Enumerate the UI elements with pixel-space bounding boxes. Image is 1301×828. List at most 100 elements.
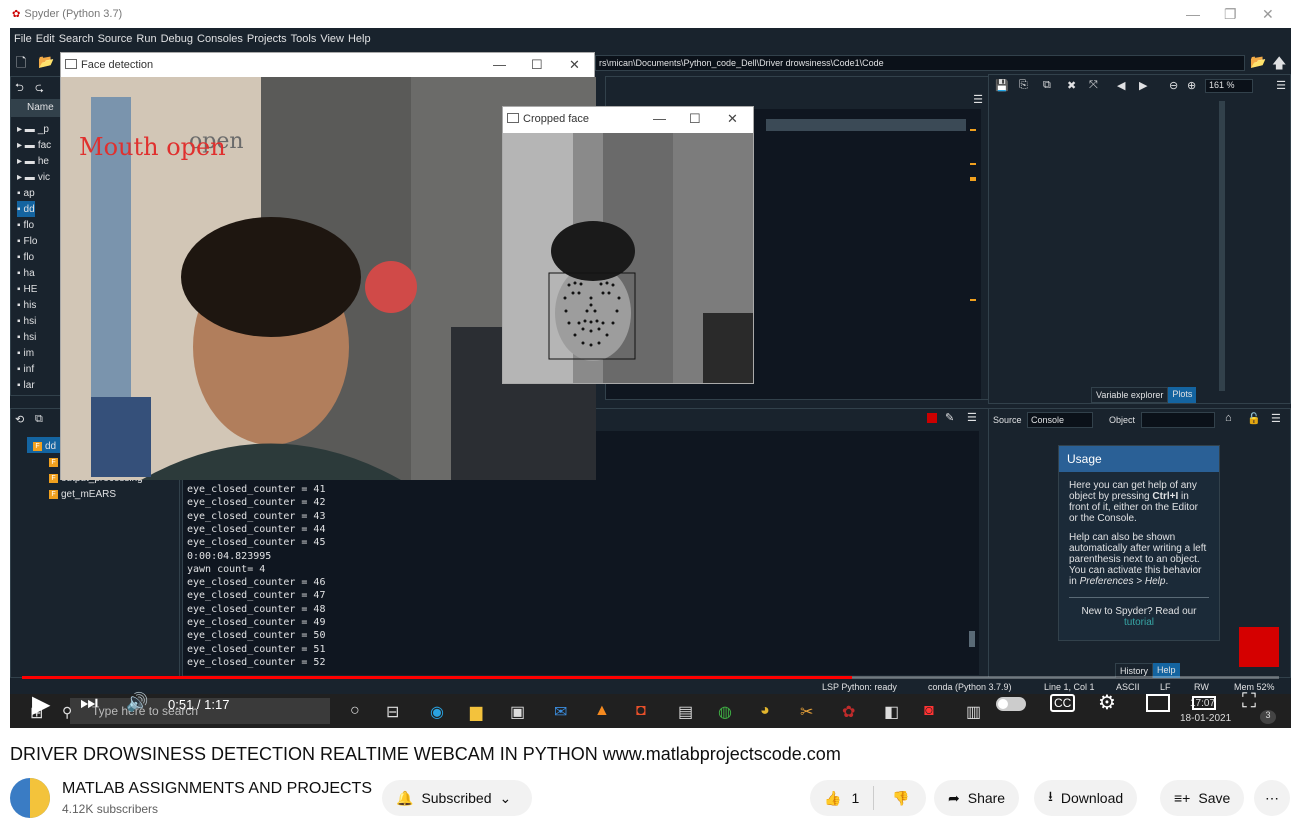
mail-icon[interactable]: ✉ — [554, 702, 567, 722]
outline-item[interactable]: Fdd — [33, 438, 56, 454]
progress-track[interactable] — [22, 676, 1279, 679]
remove-all-plots-icon[interactable]: ⤧ — [1089, 79, 1098, 92]
crop-window-titlebar[interactable]: Cropped face — ☐ ✕ — [503, 107, 753, 131]
task-view-icon[interactable]: ○ — [350, 702, 360, 720]
app-icon[interactable]: ◧ — [884, 702, 899, 722]
menu-debug[interactable]: Debug — [161, 33, 193, 45]
menu-run[interactable]: Run — [136, 33, 156, 45]
file-explorer-icon[interactable]: ▆ — [470, 702, 482, 722]
console-scrollbar[interactable] — [969, 631, 975, 647]
menu-source[interactable]: Source — [98, 33, 133, 45]
pane-options-icon[interactable]: ☰ — [1276, 79, 1286, 92]
store-icon[interactable]: ▣ — [510, 702, 525, 722]
new-file-icon[interactable]: 🗋 — [16, 54, 26, 76]
file-item[interactable]: ▸ ▬ he — [17, 153, 49, 169]
back-icon[interactable]: ⮌ — [15, 79, 24, 98]
like-button[interactable]: 👍 1 — [810, 786, 875, 810]
widgets-icon[interactable]: ⊟ — [386, 702, 399, 722]
copy-plot-icon[interactable]: ⧉ — [1043, 79, 1051, 92]
menu-help[interactable]: Help — [348, 33, 371, 45]
minimize-icon[interactable]: — — [1186, 6, 1200, 22]
file-item[interactable]: ▪ dd — [17, 201, 35, 217]
face-minimize-icon[interactable]: — — [493, 57, 506, 72]
file-item[interactable]: ▸ ▬ _p — [17, 121, 49, 137]
help-options-icon[interactable]: ☰ — [1271, 412, 1281, 425]
notification-badge[interactable]: 3 — [1260, 710, 1276, 724]
file-item[interactable]: ▪ Flo — [17, 233, 37, 249]
menu-projects[interactable]: Projects — [247, 33, 287, 45]
crop-close-icon[interactable]: ✕ — [727, 111, 738, 127]
app-icon[interactable]: ▤ — [678, 702, 693, 722]
app-icon[interactable]: ◍ — [718, 702, 732, 722]
file-item[interactable]: ▪ lar — [17, 377, 35, 393]
thumbs-down-icon[interactable]: 👎 — [882, 790, 919, 807]
channel-name[interactable]: MATLAB ASSIGNMENTS AND PROJECTS — [62, 780, 372, 798]
working-directory-field[interactable]: rs\mican\Documents\Python_code_Dell\Driv… — [595, 55, 1245, 71]
menu-tools[interactable]: Tools — [291, 33, 317, 45]
face-window-titlebar[interactable]: Face detection — ☐ ✕ — [61, 53, 594, 77]
clear-console-icon[interactable]: ✎ — [945, 411, 954, 424]
file-item[interactable]: ▪ ha — [17, 265, 35, 281]
settings-gear-icon[interactable]: ⚙ — [1098, 690, 1116, 715]
face-close-icon[interactable]: ✕ — [569, 57, 580, 73]
save-button[interactable]: ≡+ Save — [1160, 780, 1245, 816]
app-icon[interactable]: ✂ — [800, 702, 813, 722]
edge-icon[interactable]: ◉ — [430, 702, 444, 722]
menu-edit[interactable]: Edit — [36, 33, 55, 45]
editor-options-icon[interactable]: ☰ — [973, 93, 983, 106]
open-file-icon[interactable]: 📂 — [38, 54, 54, 70]
file-item[interactable]: ▸ ▬ vic — [17, 169, 50, 185]
file-item[interactable]: ▪ HE — [17, 281, 37, 297]
crop-minimize-icon[interactable]: — — [653, 111, 666, 126]
captions-icon[interactable]: CC — [1050, 694, 1076, 712]
menu-search[interactable]: Search — [59, 33, 94, 45]
file-item[interactable]: ▪ his — [17, 297, 36, 313]
video-player[interactable]: ✿ Spyder (Python 3.7) — ❐ ✕ File Edit Sear… — [10, 0, 1291, 728]
outline-tool-icon[interactable]: ⧉ — [35, 413, 43, 426]
help-source-select[interactable]: Console — [1027, 412, 1093, 428]
miniplayer-icon[interactable] — [1146, 694, 1170, 712]
home-icon[interactable]: ⌂ — [1225, 412, 1232, 424]
tab-variable-explorer[interactable]: Variable explorer — [1091, 387, 1169, 403]
share-button[interactable]: ➦ Share — [934, 780, 1020, 816]
recorder-icon[interactable]: ◙ — [924, 702, 934, 720]
file-item[interactable]: ▪ ap — [17, 185, 35, 201]
file-item[interactable]: ▪ im — [17, 345, 34, 361]
menu-consoles[interactable]: Consoles — [197, 33, 243, 45]
more-actions-button[interactable]: ⋯ — [1254, 780, 1290, 816]
app-icon[interactable]: ▥ — [966, 702, 981, 722]
autoplay-toggle[interactable] — [996, 697, 1026, 711]
play-icon[interactable]: ▶ — [32, 690, 50, 719]
file-item[interactable]: ▪ hsi — [17, 313, 36, 329]
zoom-out-icon[interactable]: ⊖ — [1169, 79, 1178, 92]
forward-icon[interactable]: ⮎ — [35, 79, 44, 98]
next-plot-icon[interactable]: ▶ — [1139, 79, 1147, 92]
zoom-in-icon[interactable]: ⊕ — [1187, 79, 1196, 92]
crop-maximize-icon[interactable]: ☐ — [689, 111, 701, 127]
menu-view[interactable]: View — [320, 33, 344, 45]
menu-file[interactable]: File — [14, 33, 32, 45]
file-item[interactable]: ▪ flo — [17, 217, 34, 233]
file-item[interactable]: ▸ ▬ fac — [17, 137, 51, 153]
office-icon[interactable]: ◘ — [636, 702, 646, 720]
next-video-icon[interactable]: ⏭ — [80, 692, 98, 715]
interrupt-kernel-icon[interactable] — [927, 413, 937, 423]
plots-scrollbar[interactable] — [1219, 101, 1225, 391]
channel-avatar[interactable] — [10, 778, 50, 818]
matlab-icon[interactable]: ▲ — [594, 702, 610, 720]
file-item[interactable]: ▪ inf — [17, 361, 34, 377]
save-plot-icon[interactable]: 💾 — [995, 79, 1009, 92]
file-item[interactable]: ▪ hsi — [17, 329, 36, 345]
browse-folder-icon[interactable]: 📂 — [1250, 54, 1266, 70]
download-button[interactable]: ⭳ Download — [1034, 780, 1138, 816]
previous-plot-icon[interactable]: ◀ — [1117, 79, 1125, 92]
subscribed-button[interactable]: 🔔 Subscribed ⌄ — [382, 780, 532, 816]
lock-icon[interactable]: 🔓 — [1247, 412, 1261, 425]
save-all-plots-icon[interactable]: ⎘ — [1019, 79, 1028, 92]
chrome-icon[interactable]: ◕ — [760, 702, 770, 720]
volume-icon[interactable]: 🔊 — [126, 692, 148, 713]
help-object-input[interactable] — [1141, 412, 1215, 428]
console-options-icon[interactable]: ☰ — [967, 411, 977, 424]
tab-plots[interactable]: Plots — [1168, 387, 1197, 403]
close-icon[interactable]: ✕ — [1262, 6, 1274, 23]
